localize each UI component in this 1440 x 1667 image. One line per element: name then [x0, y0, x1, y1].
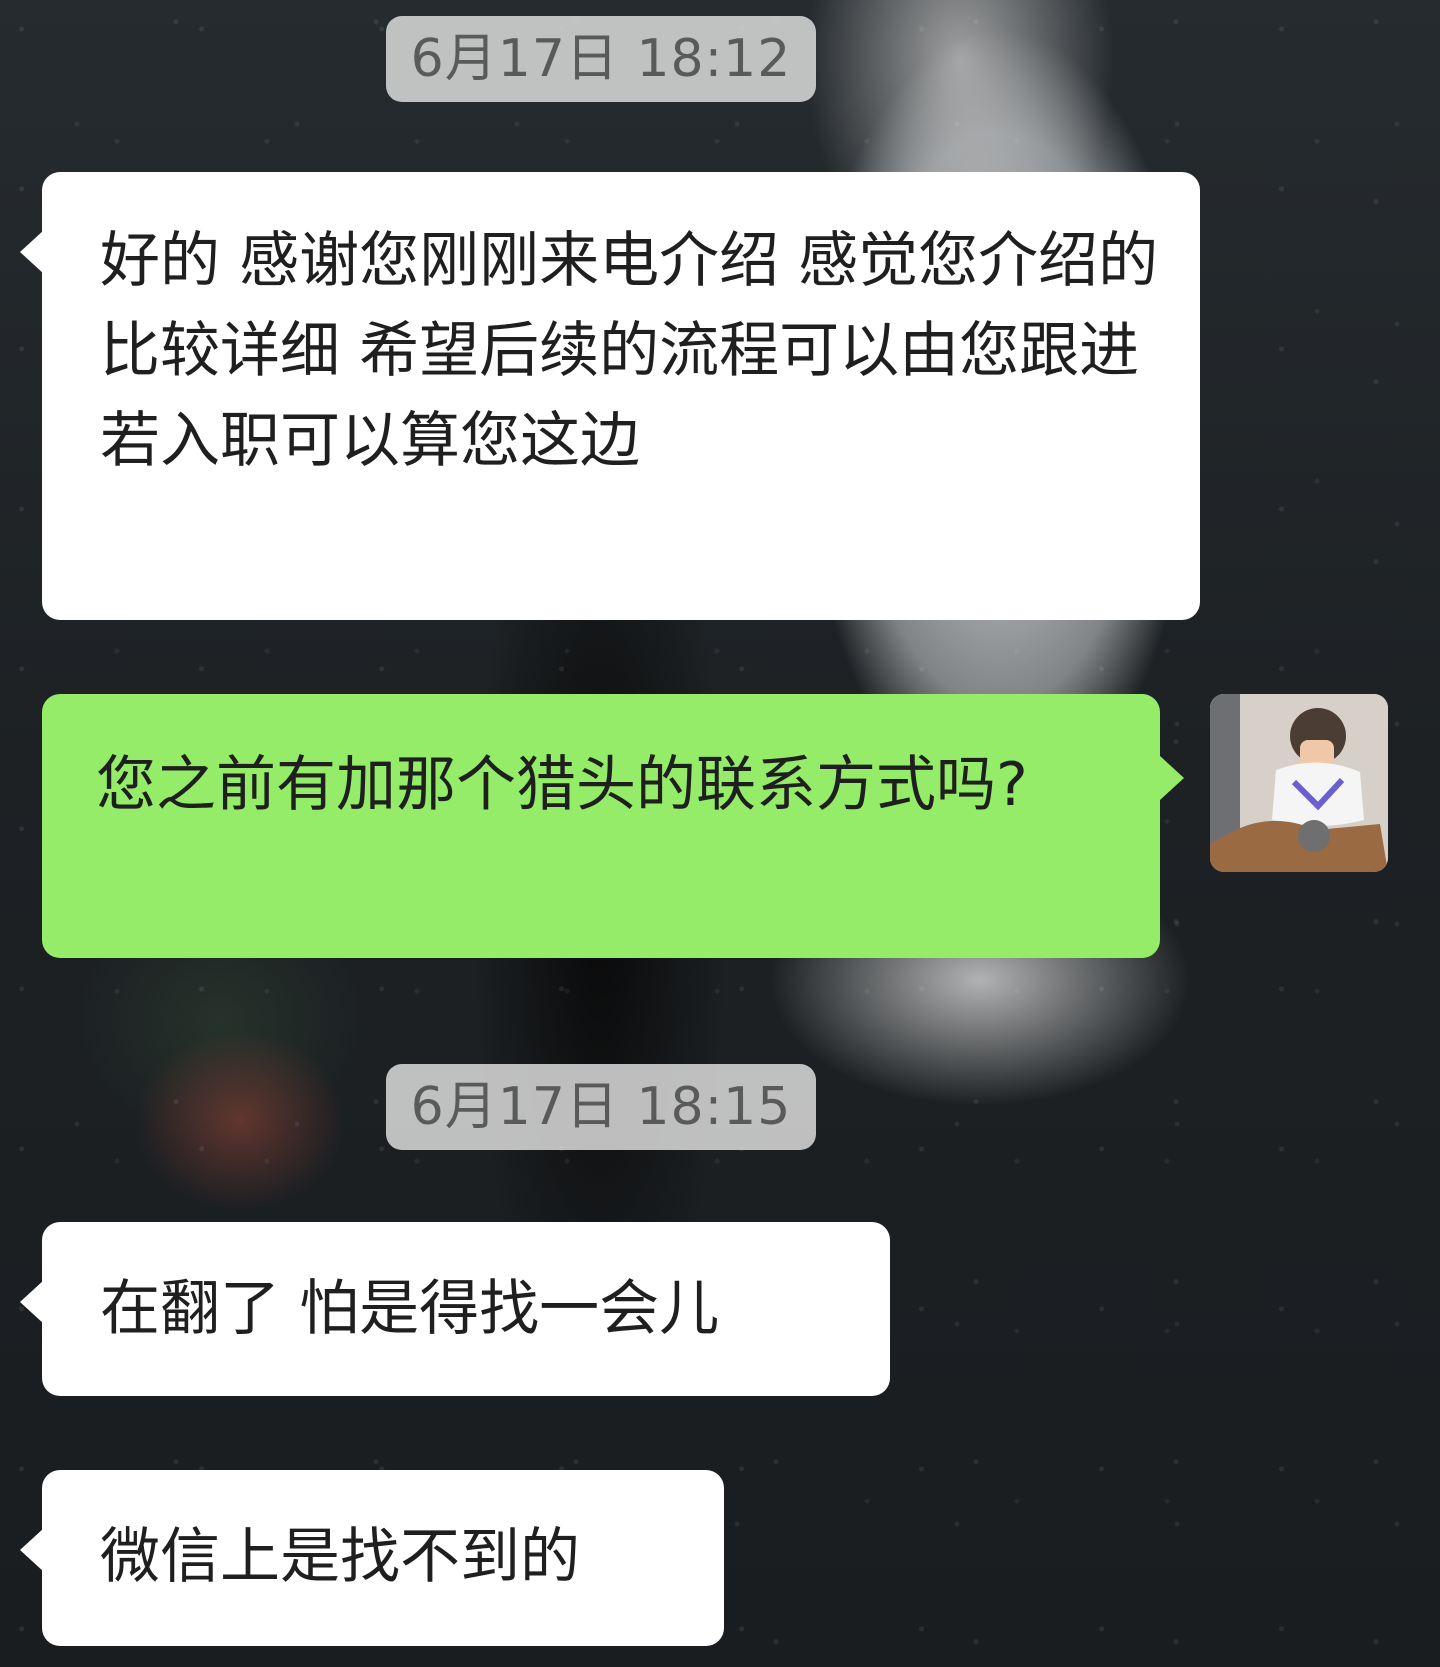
- incoming-message-bubble[interactable]: 微信上是找不到的: [20, 1470, 724, 1646]
- outgoing-message-bubble[interactable]: 您之前有加那个猎头的联系方式吗?: [42, 694, 1184, 958]
- timestamp-pill: 6月17日 18:12: [386, 16, 816, 102]
- avatar-image: [1210, 694, 1388, 872]
- user-avatar[interactable]: [1210, 694, 1388, 872]
- incoming-message-bubble[interactable]: 在翻了 怕是得找一会儿: [20, 1222, 890, 1396]
- timestamp-pill: 6月17日 18:15: [386, 1064, 816, 1150]
- incoming-message-bubble[interactable]: 好的 感谢您刚刚来电介绍 感觉您介绍的比较详细 希望后续的流程可以由您跟进 若入…: [20, 172, 1200, 620]
